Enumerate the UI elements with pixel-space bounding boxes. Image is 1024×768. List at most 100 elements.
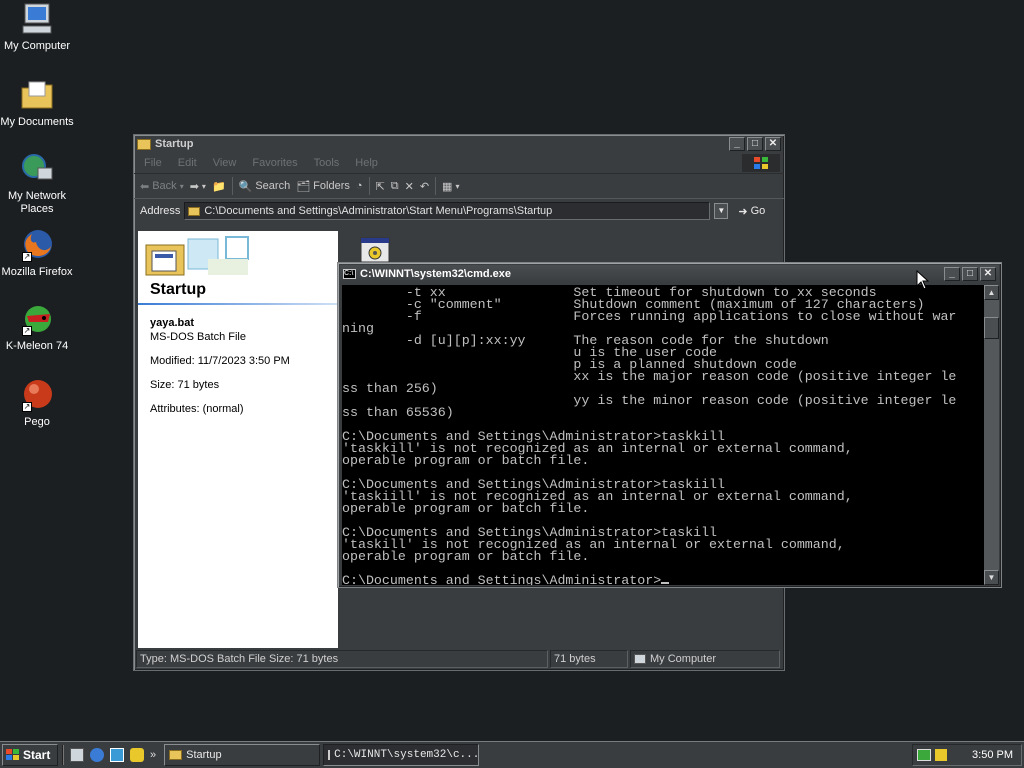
console-line: C:\Documents and Settings\Administrator> [342, 574, 984, 585]
taskbar-button-cmd[interactable]: C:\WINNT\system32\c... [323, 744, 479, 766]
status-size: 71 bytes [550, 650, 628, 668]
cmd-window-title: C:\WINNT\system32\cmd.exe [360, 268, 511, 280]
menu-help[interactable]: Help [355, 157, 378, 169]
search-button[interactable]: 🔍 Search [239, 180, 291, 193]
desktop-icon-my-computer[interactable]: My Computer [0, 2, 74, 53]
status-zone: My Computer [630, 650, 780, 668]
desktop-icon-label: K-Meleon 74 [5, 340, 69, 352]
undo-button[interactable]: ↶ [420, 180, 429, 193]
scroll-down-arrow-icon[interactable]: ▼ [984, 570, 999, 585]
menu-view[interactable]: View [213, 157, 237, 169]
history-button[interactable]: ◔ [356, 180, 363, 192]
menu-file[interactable]: File [144, 157, 162, 169]
copy-to-icon: ⧉ [390, 179, 399, 192]
console-line: operable program or batch file. [342, 501, 590, 516]
console-line: operable program or batch file. [342, 549, 590, 564]
selected-file-size: Size: 71 bytes [150, 379, 220, 391]
cmd-icon: C:\ [343, 269, 356, 279]
address-dropdown-button[interactable]: ▼ [714, 203, 729, 219]
selected-file-modified: Modified: 11/7/2023 3:50 PM [150, 355, 290, 367]
start-button[interactable]: Start [2, 744, 58, 766]
desktop-icon-mozilla-firefox[interactable]: ↗ Mozilla Firefox [0, 228, 74, 279]
console-line: operable program or batch file. [342, 453, 590, 468]
desktop-icon-my-network-places[interactable]: My Network Places [0, 152, 74, 216]
move-to-button[interactable]: ⇱ [376, 180, 385, 193]
pego-icon: ↗ [20, 378, 54, 412]
console-scrollbar[interactable]: ▲ ▼ [984, 285, 999, 585]
desktop-icon-label: Pego [24, 416, 50, 428]
back-button[interactable]: ⬅ Back ▾ [140, 180, 184, 193]
quick-launch: » [70, 748, 156, 762]
forward-button[interactable]: ➡ ▾ [190, 180, 206, 193]
firefox-icon: ↗ [20, 228, 54, 262]
status-bar: Type: MS-DOS Batch File Size: 71 bytes 7… [136, 650, 782, 668]
search-icon: 🔍 [238, 180, 253, 193]
batch-file-item[interactable] [360, 237, 390, 263]
desktop-icon-label: My Network Places [7, 190, 67, 215]
desktop-icon-pego[interactable]: ↗ Pego [0, 378, 74, 429]
desktop-icon-my-documents[interactable]: My Documents [0, 78, 74, 129]
chevron-down-icon: ▾ [179, 181, 184, 191]
close-button[interactable]: ✕ [765, 137, 781, 151]
console-line: xx is the major reason code (positive in… [342, 369, 957, 384]
cmd-titlebar[interactable]: C:\ C:\WINNT\system32\cmd.exe _ □ ✕ [340, 265, 999, 283]
minimize-button[interactable]: _ [944, 267, 960, 281]
folders-label: Folders [313, 180, 350, 192]
windows-logo-icon [6, 749, 19, 760]
console-output[interactable]: -t xx Set timeout for shutdown to xx sec… [342, 285, 984, 585]
chevron-down-icon: ▾ [455, 181, 460, 191]
chevron-down-icon: ▾ [201, 181, 206, 191]
selected-file-name: yaya.bat [150, 317, 195, 329]
console-line: ss than 65536) [342, 405, 454, 420]
start-label: Start [23, 748, 51, 762]
maximize-button[interactable]: □ [962, 267, 978, 281]
views-icon: ▦ [442, 180, 453, 193]
close-button[interactable]: ✕ [980, 267, 996, 281]
delete-icon: ✕ [404, 180, 414, 193]
batch-file-icon [360, 237, 390, 263]
documents-folder-icon [20, 78, 54, 112]
menu-tools[interactable]: Tools [314, 157, 340, 169]
show-desktop-icon[interactable] [70, 748, 84, 762]
windows-logo-icon [742, 154, 780, 172]
chevron-right-icon[interactable]: » [150, 749, 156, 761]
address-field[interactable]: C:\Documents and Settings\Administrator\… [184, 202, 711, 220]
up-folder-icon: 📁 [211, 180, 226, 193]
window-title: Startup [155, 138, 194, 150]
up-folder-button[interactable]: 📁 [212, 180, 226, 193]
minimize-button[interactable]: _ [729, 137, 745, 151]
scroll-up-arrow-icon[interactable]: ▲ [984, 285, 999, 300]
standard-toolbar: ⬅ Back ▾ ➡ ▾ 📁 🔍 Search 🗂 Folders ◔ ⇱ ⧉ … [134, 173, 784, 199]
network-tray-icon[interactable] [917, 749, 931, 761]
status-description: Type: MS-DOS Batch File Size: 71 bytes [136, 650, 548, 668]
back-label: Back [152, 180, 177, 192]
desktop-icon-label: My Computer [3, 40, 71, 52]
scroll-thumb[interactable] [984, 317, 999, 339]
search-label: Search [255, 180, 291, 192]
delete-button[interactable]: ✕ [405, 180, 414, 193]
menu-edit[interactable]: Edit [178, 157, 197, 169]
volume-tray-icon[interactable] [935, 749, 947, 761]
clock[interactable]: 3:50 PM [972, 749, 1013, 761]
cmd-icon [328, 750, 331, 760]
folders-button[interactable]: 🗂 Folders [296, 180, 350, 193]
k-meleon-icon: ↗ [20, 302, 54, 336]
search-icon[interactable] [130, 748, 144, 762]
views-button[interactable]: ▦ ▾ [442, 180, 459, 193]
folders-icon: 🗂 [296, 180, 311, 193]
folder-icon [137, 138, 151, 150]
desktop-icon-k-meleon[interactable]: ↗ K-Meleon 74 [0, 302, 74, 353]
copy-to-button[interactable]: ⧉ [391, 180, 399, 193]
outlook-express-icon[interactable] [110, 748, 124, 762]
menu-favorites[interactable]: Favorites [252, 157, 297, 169]
maximize-button[interactable]: □ [747, 137, 763, 151]
address-bar: Address C:\Documents and Settings\Admini… [134, 199, 784, 223]
undo-icon: ↶ [419, 180, 430, 193]
task-label: C:\WINNT\system32\c... [334, 749, 480, 761]
selected-file-type: MS-DOS Batch File [150, 331, 246, 343]
internet-explorer-icon[interactable] [90, 748, 104, 762]
go-button[interactable]: ➜ Go [738, 205, 765, 218]
explorer-titlebar[interactable]: Startup _ □ ✕ [134, 135, 784, 153]
pane-folder-title: Startup [150, 281, 206, 298]
taskbar-button-startup[interactable]: Startup [164, 744, 321, 766]
